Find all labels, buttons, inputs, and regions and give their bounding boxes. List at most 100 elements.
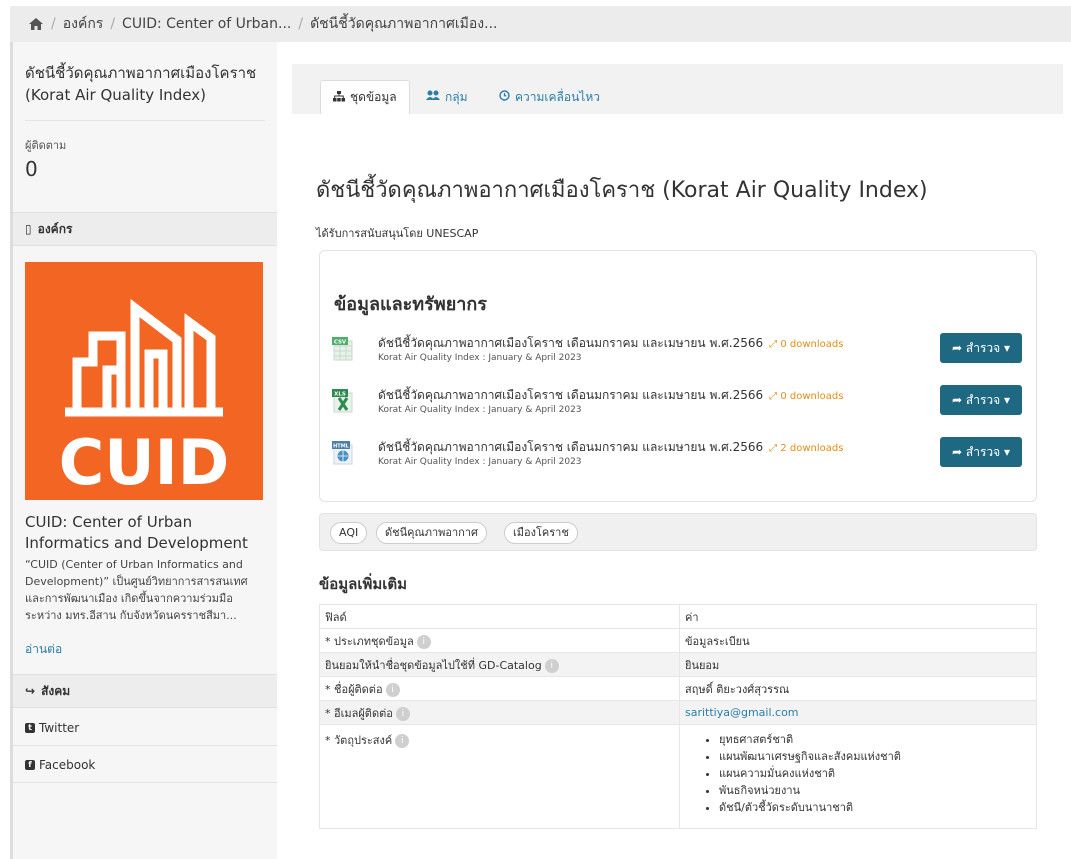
tab-datasets[interactable]: ชุดข้อมูล: [320, 80, 410, 114]
xls-format-label: XLS: [334, 392, 346, 398]
facebook-icon: f: [25, 759, 35, 770]
objectives-list: ยุทธศาสตร์ชาติ แผนพัฒนาเศรษฐกิจและสังคมแ…: [685, 731, 1031, 816]
explore-button[interactable]: ➦ สำรวจ ▾: [940, 385, 1022, 415]
breadcrumb-item-cuid[interactable]: CUID: Center of Urban...: [122, 16, 291, 32]
followers-count: 0: [25, 157, 38, 181]
list-item: ดัชนี/ตัวชี้วัดระดับนานาชาติ: [719, 799, 1031, 816]
caret-down-icon: ▾: [1000, 341, 1010, 355]
breadcrumb-item-dataset[interactable]: ดัชนีชี้วัดคุณภาพอากาศเมือง...: [310, 13, 497, 35]
downloads-label: 2 downloads: [780, 443, 844, 454]
explore-button[interactable]: ➦ สำรวจ ▾: [940, 333, 1022, 363]
field-cell: * ชื่อผู้ติดต่อ i: [319, 676, 680, 701]
sponsor-text: ได้รับการสนับสนุนโดย UNESCAP: [316, 227, 479, 240]
resource-description: Korat Air Quality Index : January & Apri…: [378, 405, 582, 415]
resource-title[interactable]: ดัชนีชี้วัดคุณภาพอากาศเมืองโคราช เดือนมก…: [378, 438, 843, 457]
social-section-header: ↪ สังคม: [13, 674, 277, 708]
column-header-value: ค่า: [679, 604, 1037, 629]
twitter-icon: t: [25, 722, 35, 733]
breadcrumb-item-org[interactable]: องค์กร: [63, 13, 104, 35]
info-icon[interactable]: i: [395, 734, 410, 748]
csv-format-label: CSV: [334, 340, 347, 346]
resource-title[interactable]: ดัชนีชี้วัดคุณภาพอากาศเมืองโคราช เดือนมก…: [378, 334, 843, 353]
twitter-link[interactable]: t Twitter: [13, 710, 277, 746]
divider: [25, 120, 265, 121]
organization-name: CUID: Center of Urban Informatics and De…: [25, 513, 248, 552]
chart-icon: ⤢: [769, 339, 781, 350]
value-cell: สฤษดิ์ ติยะวงศ์สุวรรณ: [679, 676, 1037, 701]
share-icon: ↪: [25, 684, 36, 698]
tag-aqi[interactable]: AQI: [330, 522, 368, 544]
value-cell: ยินยอม: [679, 652, 1037, 677]
building-icon: ▯: [25, 222, 32, 236]
cuid-logo-image: CUID: [25, 262, 263, 500]
list-item: แผนพัฒนาเศรษฐกิจและสังคมแห่งชาติ: [719, 748, 1031, 765]
tab-groups[interactable]: กลุ่ม: [414, 80, 480, 114]
list-item: พันธกิจหน่วยงาน: [719, 782, 1031, 799]
field-label: * วัตถุประสงค์: [325, 734, 393, 747]
explore-label: สำรวจ: [965, 444, 1001, 459]
resource-name: ดัชนีชี้วัดคุณภาพอากาศเมืองโคราช เดือนมก…: [378, 388, 764, 402]
csv-file-icon[interactable]: CSV: [332, 335, 354, 361]
home-icon[interactable]: [28, 17, 44, 31]
users-icon: [426, 90, 440, 104]
read-more-link[interactable]: อ่านต่อ: [25, 640, 62, 659]
info-icon[interactable]: i: [416, 634, 431, 649]
breadcrumb-separator: /: [110, 16, 116, 32]
field-cell: * ประเภทชุดข้อมูล i: [319, 628, 680, 653]
resource-title[interactable]: ดัชนีชี้วัดคุณภาพอากาศเมืองโคราช เดือนมก…: [378, 386, 843, 405]
info-icon[interactable]: i: [544, 658, 559, 673]
share-arrow-icon: ➦: [952, 341, 966, 355]
sidebar: ดัชนีชี้วัดคุณภาพอากาศเมืองโคราช (Korat …: [13, 42, 277, 859]
field-label: * ชื่อผู้ติดต่อ: [325, 682, 383, 696]
list-item: ยุทธศาสตร์ชาติ: [719, 731, 1031, 748]
organization-logo[interactable]: CUID: [25, 262, 263, 500]
resource-description: Korat Air Quality Index : January & Apri…: [378, 353, 582, 363]
breadcrumb: / องค์กร / CUID: Center of Urban... / ดั…: [10, 6, 1071, 42]
main-content: ชุดข้อมูล กลุ่ม ความเคลื่อนไหว ดัชนีชี้ว…: [292, 64, 1063, 859]
resources-heading: ข้อมูลและทรัพยากร: [334, 294, 487, 315]
html-file-icon[interactable]: HTML: [332, 439, 354, 465]
downloads-label: 0 downloads: [780, 339, 844, 350]
field-cell: * วัตถุประสงค์ i: [319, 724, 680, 829]
page-title: ดัชนีชี้วัดคุณภาพอากาศเมืองโคราช (Korat …: [316, 178, 928, 203]
organization-description: “CUID (Center of Urban Informatics and D…: [25, 558, 248, 622]
tab-datasets-label: ชุดข้อมูล: [350, 90, 397, 104]
value-cell: ข้อมูลระเบียน: [679, 628, 1037, 653]
xls-file-icon[interactable]: XLS: [332, 387, 354, 413]
table-row: ยินยอมให้นำชื่อชุดข้อมูลไปใช้ที่ GD-Cata…: [319, 652, 1037, 677]
tag-korat-city[interactable]: เมืองโคราช: [504, 522, 578, 544]
organization-section-label: องค์กร: [37, 221, 73, 236]
resource-name: ดัชนีชี้วัดคุณภาพอากาศเมืองโคราช เดือนมก…: [378, 336, 764, 350]
resource-description: Korat Air Quality Index : January & Apri…: [378, 457, 582, 467]
table-row: * ประเภทชุดข้อมูล i ข้อมูลระเบียน: [319, 628, 1037, 653]
tag-air-quality-index[interactable]: ดัชนีคุณภาพอากาศ: [376, 522, 487, 544]
breadcrumb-separator: /: [51, 16, 56, 32]
tab-activity[interactable]: ความเคลื่อนไหว: [487, 80, 612, 114]
field-label: ยินยอมให้นำชื่อชุดข้อมูลไปใช้ที่ GD-Cata…: [325, 658, 542, 672]
table-header-row: ฟิลด์ ค่า: [319, 604, 1037, 629]
resource-name: ดัชนีชี้วัดคุณภาพอากาศเมืองโคราช เดือนมก…: [378, 440, 764, 454]
info-icon[interactable]: i: [385, 682, 400, 697]
resource-item: CSV ดัชนีชี้วัดคุณภาพอากาศเมืองโคราช เดื…: [332, 333, 1032, 373]
table-row: * วัตถุประสงค์i ยุทธศาสตร์ชาติ แผนพัฒนาเ…: [319, 724, 1037, 829]
resource-item: HTML ดัชนีชี้วัดคุณภาพอากาศเมืองโคราช เด…: [332, 437, 1032, 477]
value-cell: ยุทธศาสตร์ชาติ แผนพัฒนาเศรษฐกิจและสังคมแ…: [679, 724, 1037, 829]
social-section-label: สังคม: [41, 683, 71, 698]
resources-panel: ข้อมูลและทรัพยากร CSV ดัชนีชี้วัดคุณภาพอ…: [319, 250, 1037, 502]
sitemap-icon: [333, 90, 345, 105]
table-row: * ชื่อผู้ติดต่อ i สฤษดิ์ ติยะวงศ์สุวรรณ: [319, 676, 1037, 701]
chart-icon: ⤢: [769, 391, 781, 402]
field-cell: ยินยอมให้นำชื่อชุดข้อมูลไปใช้ที่ GD-Cata…: [319, 652, 680, 677]
additional-info-table: ฟิลด์ ค่า * ประเภทชุดข้อมูล i ข้อมูลระเบี…: [319, 604, 1037, 829]
facebook-link[interactable]: f Facebook: [13, 747, 277, 783]
field-label: * อีเมลผู้ติดต่อ: [325, 706, 393, 720]
sidebar-dataset-title: ดัชนีชี้วัดคุณภาพอากาศเมืองโคราช (Korat …: [25, 64, 257, 104]
explore-label: สำรวจ: [965, 340, 1001, 355]
share-arrow-icon: ➦: [952, 445, 966, 459]
contact-email-link[interactable]: sarittiya@gmail.com: [685, 706, 799, 719]
tag-list: AQI ดัชนีคุณภาพอากาศ เมืองโคราช: [319, 513, 1037, 551]
table-row: * อีเมลผู้ติดต่อ i sarittiya@gmail.com: [319, 700, 1037, 725]
field-cell: * อีเมลผู้ติดต่อ i: [319, 700, 680, 725]
info-icon[interactable]: i: [395, 706, 410, 721]
explore-button[interactable]: ➦ สำรวจ ▾: [940, 437, 1022, 467]
